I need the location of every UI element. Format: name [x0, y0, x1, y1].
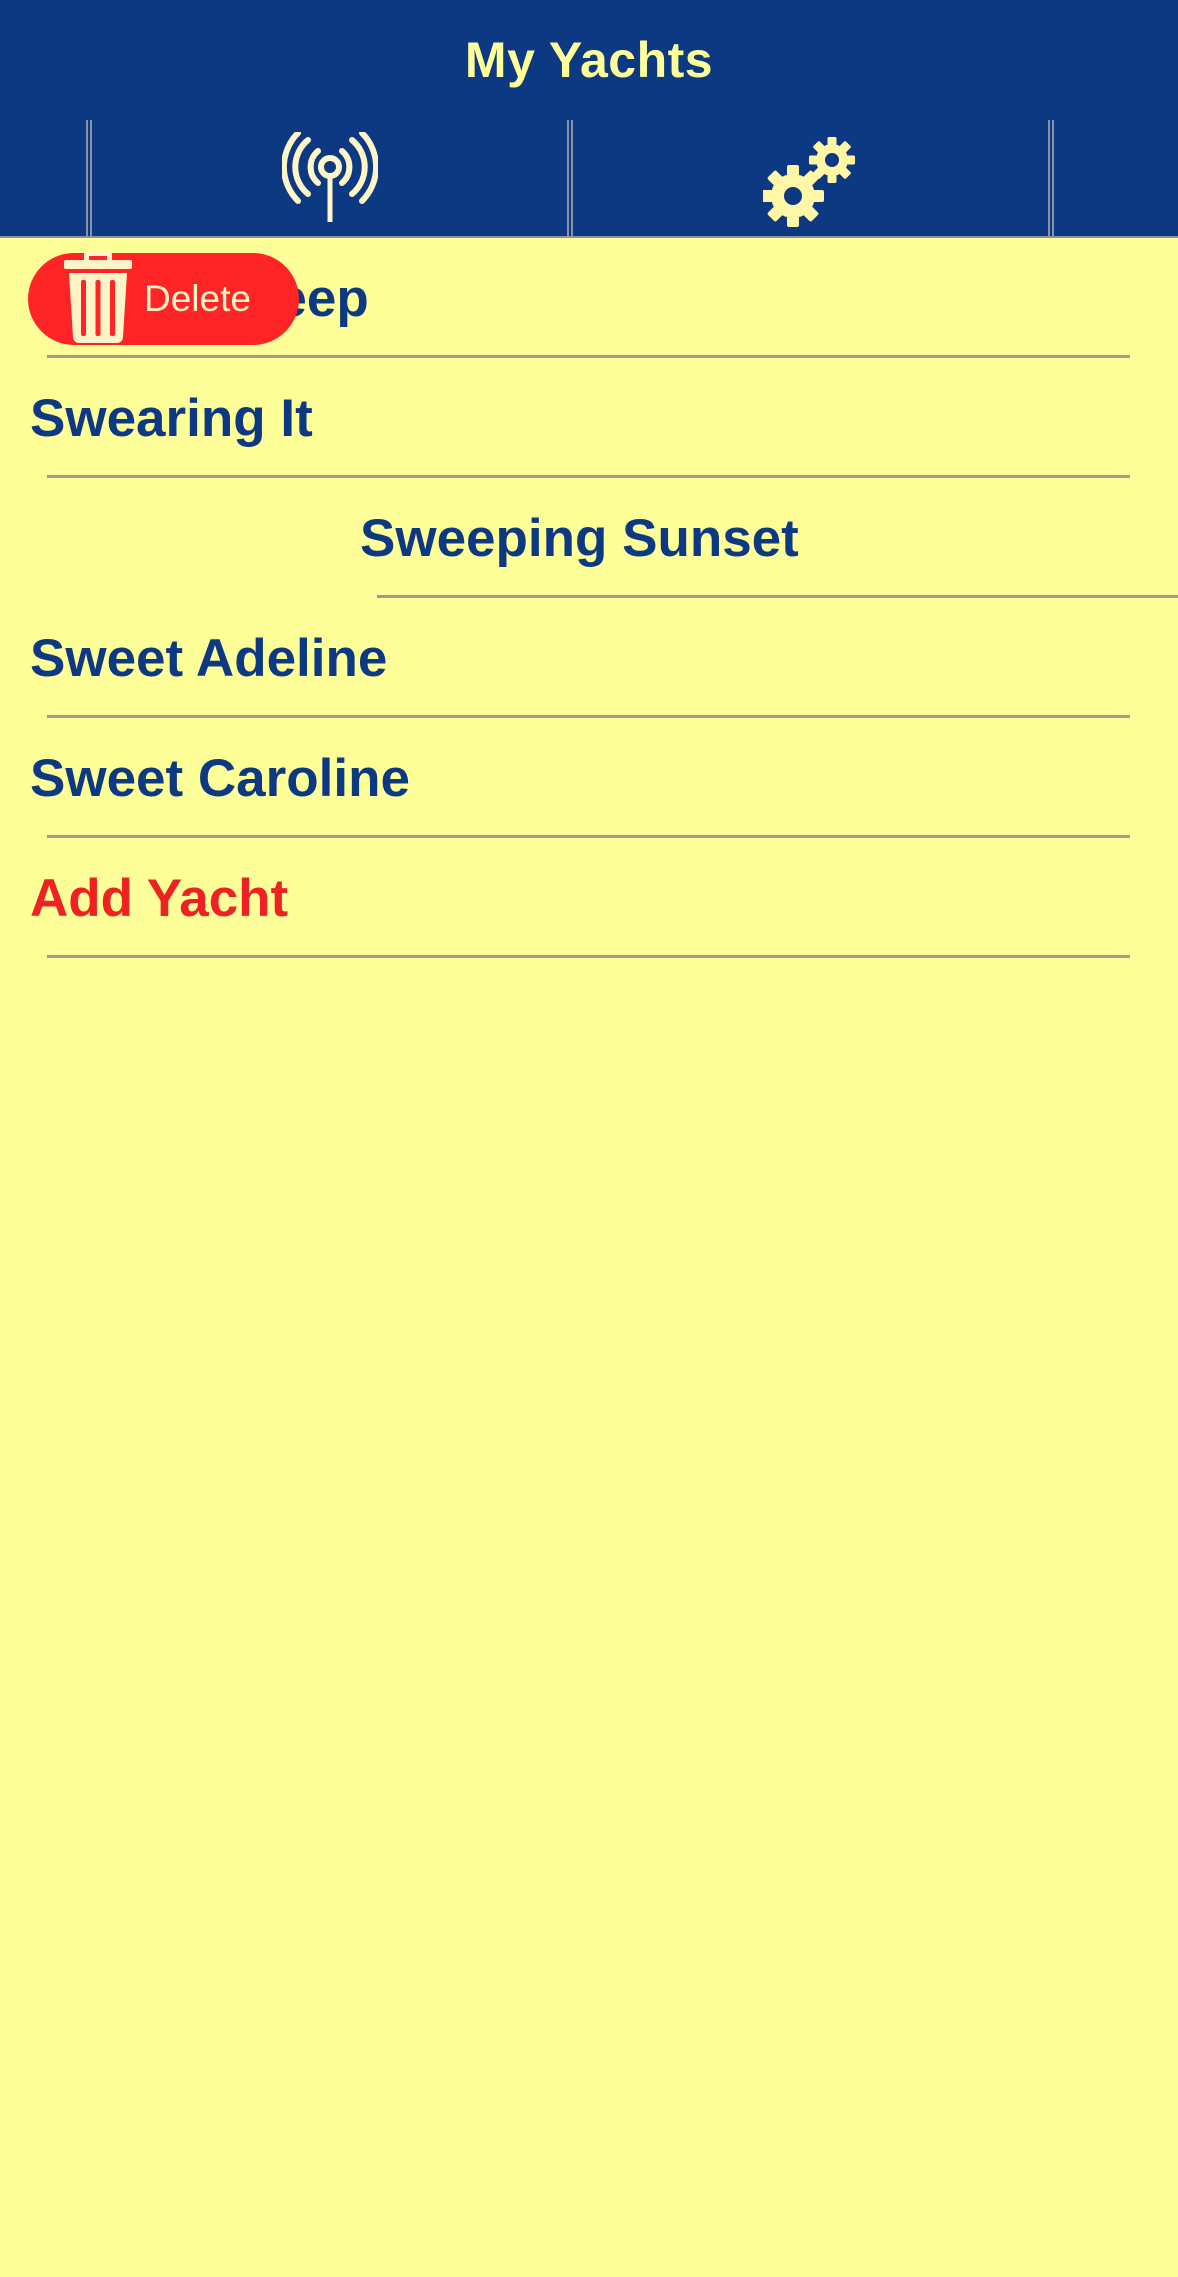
navigation-bar: My Yachts: [0, 0, 1178, 120]
trash-icon: [64, 251, 132, 343]
delete-button[interactable]: Delete: [28, 251, 299, 345]
row-separator: [47, 835, 1130, 838]
yacht-name: Sweet Adeline: [30, 629, 388, 688]
gears-icon: [762, 137, 855, 227]
broadcast-antenna-icon: [281, 132, 378, 222]
yacht-name: Sweet Caroline: [30, 749, 410, 808]
page-title: My Yachts: [464, 32, 714, 88]
toolbar-settings-button[interactable]: [571, 120, 1050, 236]
yacht-list: Grand Sweep Swearing It Sweeping Sunset …: [0, 240, 1178, 960]
toolbar: [0, 120, 1178, 238]
row-separator: [47, 715, 1130, 718]
toolbar-segment-left-edge[interactable]: [0, 120, 88, 236]
yacht-name: Sweeping Sunset: [360, 509, 799, 568]
toolbar-broadcast-button[interactable]: [90, 120, 569, 236]
row-separator: [47, 475, 1130, 478]
yacht-row-sweet-adeline[interactable]: Sweet Adeline: [0, 600, 1178, 720]
row-separator: [377, 595, 1178, 598]
toolbar-segment-right-edge[interactable]: [1052, 120, 1178, 236]
row-separator: [47, 355, 1130, 358]
add-yacht-row[interactable]: Add Yacht: [0, 840, 1178, 960]
yacht-name: Swearing It: [30, 389, 313, 448]
yacht-row-sweet-caroline[interactable]: Sweet Caroline: [0, 720, 1178, 840]
add-yacht-label: Add Yacht: [30, 869, 289, 928]
row-separator: [47, 955, 1130, 958]
yacht-row-swearing-it[interactable]: Swearing It: [0, 360, 1178, 480]
yacht-row-sweeping-sunset[interactable]: Sweeping Sunset: [0, 480, 1178, 600]
delete-label: Delete: [144, 278, 251, 319]
